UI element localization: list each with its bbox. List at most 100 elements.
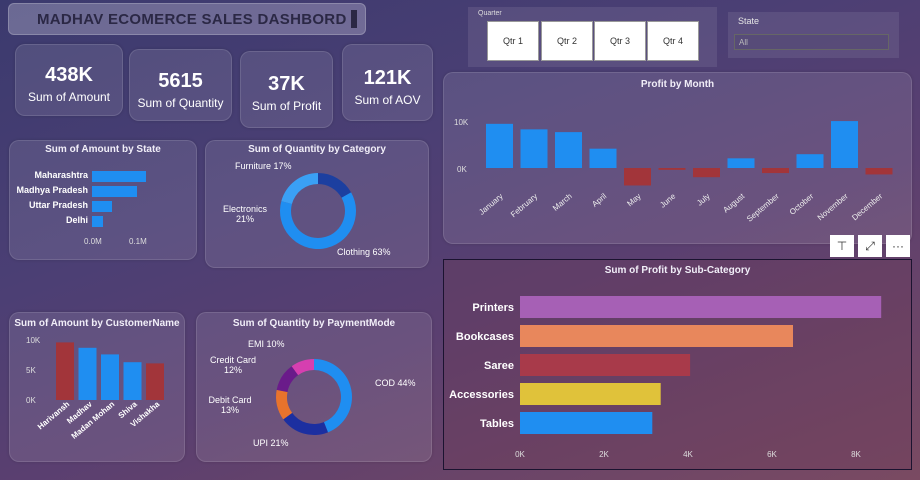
donut-label-upi: UPI 21%	[253, 438, 289, 448]
filter-icon[interactable]: ⊤	[830, 235, 854, 257]
month-bar[interactable]	[520, 129, 548, 168]
month-bar[interactable]	[658, 168, 686, 170]
month-bar[interactable]	[589, 148, 617, 168]
profit-by-subcategory-card: Sum of Profit by Sub-Category Printers Bo…	[443, 259, 912, 470]
category-label: Uttar Pradesh	[28, 200, 88, 210]
profit-by-month-chart: 10K 0K January February March April May June Jul…	[454, 118, 893, 224]
state-bar[interactable]	[92, 186, 137, 197]
kpi-card-profit[interactable]: 37K Sum of Profit	[240, 51, 333, 128]
donut-label-cod: COD 44%	[375, 378, 416, 388]
customer-bar[interactable]	[123, 362, 142, 400]
state-bar[interactable]	[92, 171, 146, 182]
month-label: September	[745, 191, 781, 223]
kpi-label: Sum of Quantity	[137, 96, 224, 110]
tick-label: 0K	[457, 165, 467, 174]
category-label: Bookcases	[456, 331, 514, 343]
tick-label: 0K	[515, 450, 525, 459]
quarter-button-q3[interactable]: Qtr 3	[594, 21, 646, 61]
category-slice[interactable]	[318, 173, 352, 198]
customer-bar[interactable]	[146, 363, 164, 400]
subcategory-bar[interactable]	[520, 296, 882, 318]
donut-label-credit-card: Credit Card 12%	[209, 355, 256, 375]
focus-mode-icon[interactable]: ⤢	[858, 235, 882, 257]
kpi-label: Sum of AOV	[354, 93, 421, 107]
month-bar[interactable]	[693, 168, 720, 178]
state-slicer: State All	[728, 12, 899, 58]
category-label: Madhya Pradesh	[16, 185, 88, 195]
dashboard-title: MADHAV ECOMERCE SALES DASHBORD	[37, 11, 347, 28]
kpi-card-aov[interactable]: 121K Sum of AOV	[342, 44, 433, 121]
amount-by-state-card: Sum of Amount by State Maharashtra Madhya…	[9, 140, 197, 260]
donut-label-clothing: Clothing 63%	[337, 247, 391, 257]
tick-label: 10K	[26, 336, 41, 345]
category-slice[interactable]	[281, 173, 318, 204]
tick-label: 2K	[599, 450, 609, 459]
month-bar[interactable]	[831, 121, 858, 168]
category-label: Tables	[480, 418, 514, 430]
amount-by-customer-card: Sum of Amount by CustomerName 10K 5K 0K Har…	[9, 312, 185, 462]
month-label: November	[816, 191, 850, 222]
more-options-icon[interactable]: ···	[886, 235, 910, 257]
chart-title: Sum of Amount by State	[45, 144, 161, 155]
kpi-value: 5615	[158, 70, 203, 92]
paymentmode-donut	[276, 359, 352, 435]
subcategory-bar[interactable]	[520, 412, 653, 434]
paymentmode-slice[interactable]	[283, 412, 328, 435]
customer-bar[interactable]	[56, 342, 74, 400]
category-label: Saree	[484, 360, 514, 372]
kpi-label: Sum of Amount	[27, 90, 111, 104]
amount-by-customer-chart: 10K5K0K HarivanshMadhavMadan Mohan ShivaVi…	[26, 336, 164, 441]
month-bar[interactable]	[762, 168, 789, 174]
month-bar[interactable]	[555, 132, 582, 168]
tick-label: 6K	[767, 450, 777, 459]
month-label: July	[695, 192, 712, 208]
quantity-by-paymentmode-card: Sum of Quantity by PaymentMode EMI 10% C…	[196, 312, 432, 462]
tick-label: 10K	[454, 118, 469, 127]
quantity-by-category-card: Sum of Quantity by Category Furniture 17…	[205, 140, 429, 268]
kpi-value: 121K	[363, 67, 412, 89]
customer-bar[interactable]	[78, 347, 97, 400]
quarter-button-q1[interactable]: Qtr 1	[487, 21, 539, 61]
dashboard-title-box: MADHAV ECOMERCE SALES DASHBORD	[8, 3, 366, 35]
tick-label: 0K	[26, 396, 36, 405]
donut-label-furniture: Furniture 17%	[235, 161, 292, 171]
month-label: May	[625, 192, 642, 209]
subcategory-bar[interactable]	[520, 325, 793, 347]
month-label: December	[850, 191, 884, 222]
tick-label: 4K	[683, 450, 693, 459]
quarter-button-q2[interactable]: Qtr 2	[541, 21, 593, 61]
month-label: August	[721, 191, 746, 214]
donut-label-emi: EMI 10%	[248, 339, 285, 349]
state-dropdown[interactable]: All	[734, 34, 889, 50]
state-slicer-caption: State	[738, 16, 760, 26]
category-label: Delhi	[65, 215, 88, 225]
quarter-button-q4[interactable]: Qtr 4	[647, 21, 699, 61]
kpi-value: 37K	[268, 73, 305, 95]
donut-label-debit-card: Debit Card 13%	[208, 395, 252, 415]
tick-label: 5K	[26, 366, 36, 375]
month-label: June	[658, 191, 677, 209]
month-bar[interactable]	[486, 123, 513, 168]
month-bar[interactable]	[865, 168, 893, 175]
month-bar[interactable]	[624, 168, 651, 186]
state-bar[interactable]	[92, 216, 104, 227]
tick-label: 0.0M	[84, 237, 102, 246]
subcategory-bar[interactable]	[520, 383, 661, 405]
customer-label: Harivansh	[36, 400, 72, 432]
month-label: January	[477, 192, 505, 217]
tick-label: 8K	[851, 450, 861, 459]
quarter-slicer-caption: Quarter	[478, 10, 502, 17]
kpi-card-amount[interactable]: 438K Sum of Amount	[15, 44, 123, 116]
donut-label-electronics: Electronics 21%	[222, 204, 267, 224]
kpi-label: Sum of Profit	[251, 99, 322, 113]
month-label: April	[590, 192, 608, 209]
customer-bar[interactable]	[101, 354, 119, 400]
month-label: February	[509, 192, 539, 219]
paymentmode-slice[interactable]	[314, 359, 352, 433]
month-bar[interactable]	[727, 158, 755, 168]
kpi-card-quantity[interactable]: 5615 Sum of Quantity	[129, 49, 232, 121]
month-bar[interactable]	[796, 154, 824, 168]
subcategory-bar[interactable]	[520, 354, 691, 376]
state-bar[interactable]	[92, 201, 113, 212]
tick-label: 0.1M	[129, 237, 147, 246]
